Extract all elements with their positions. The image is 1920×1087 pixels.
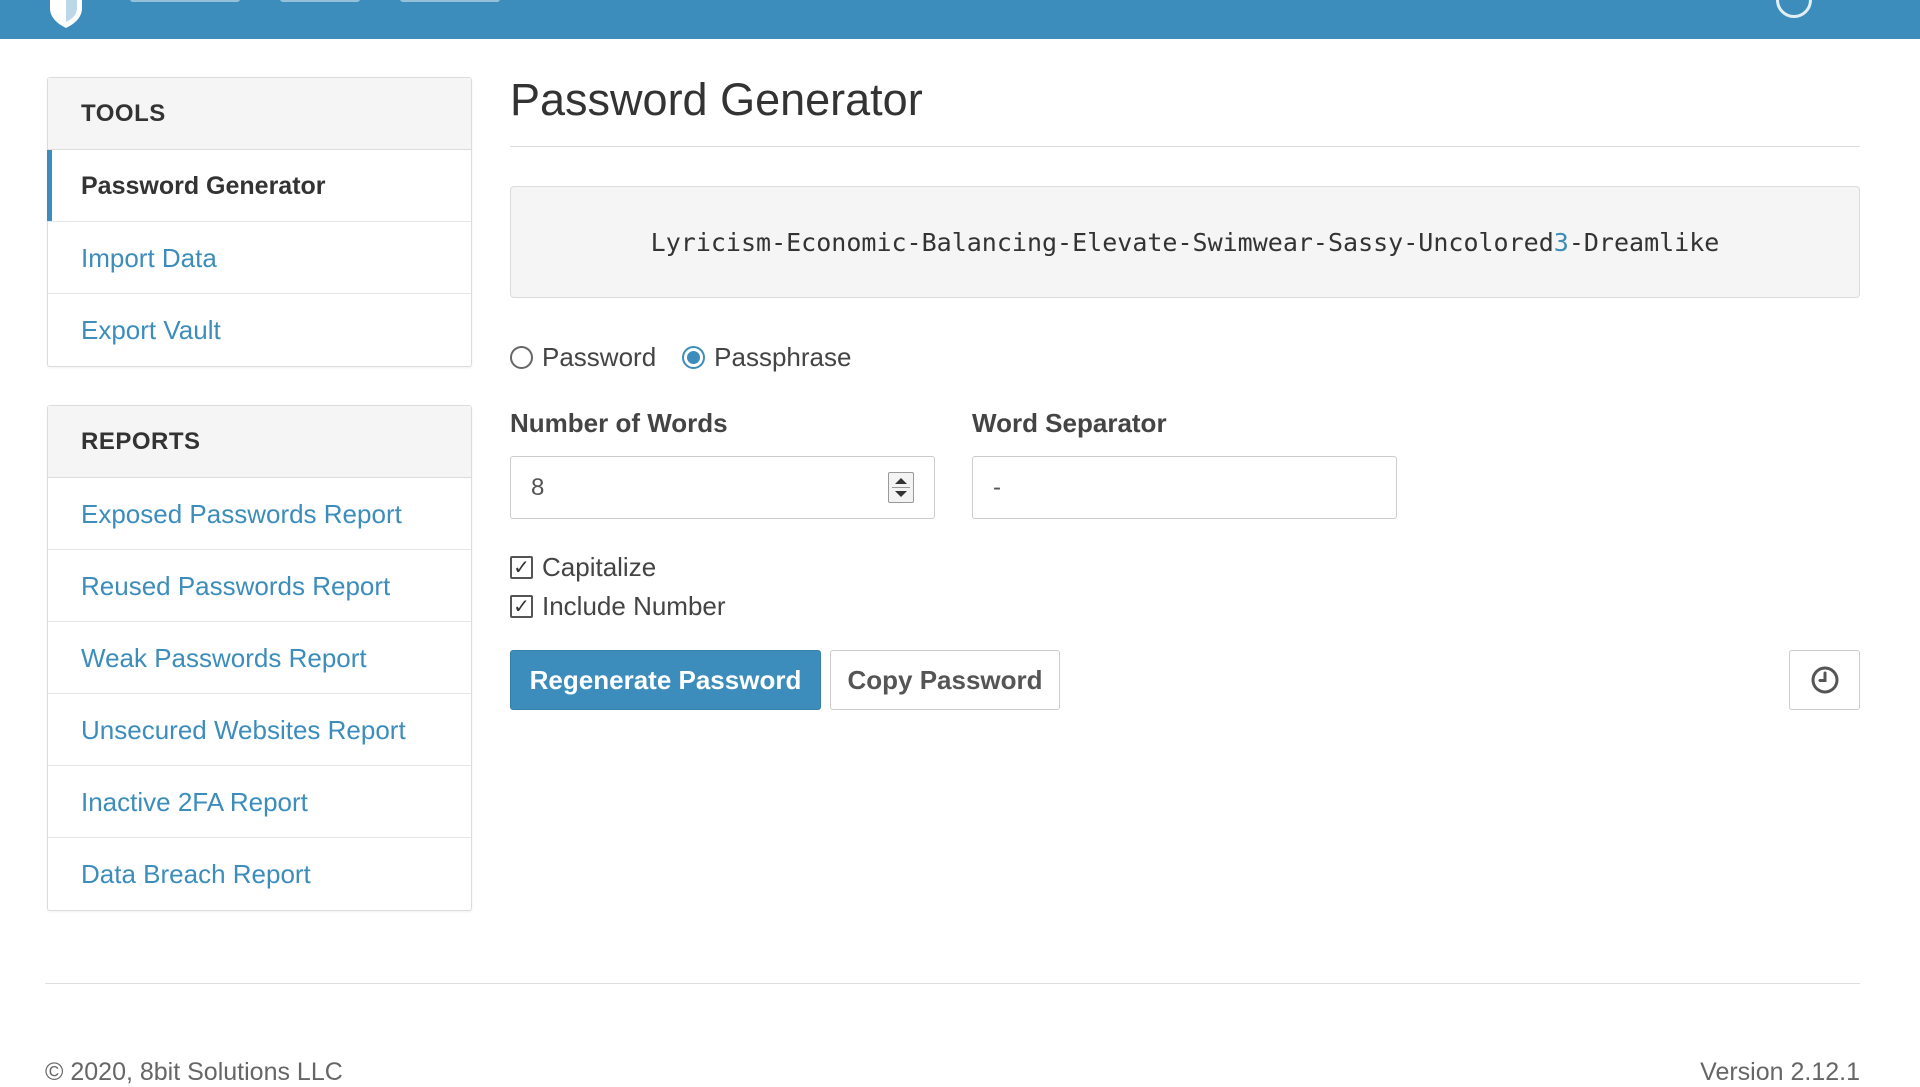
generated-password-part: -Dreamlike (1568, 227, 1720, 257)
capitalize-checkbox[interactable]: ✓ (510, 556, 533, 579)
stepper-divider (892, 487, 910, 488)
reports-heading: REPORTS (48, 406, 471, 478)
sidebar-item-data-breach[interactable]: Data Breach Report (48, 838, 471, 910)
word-separator-input[interactable]: - (972, 456, 1397, 519)
tools-heading: TOOLS (48, 78, 471, 150)
password-history-button[interactable] (1789, 650, 1860, 710)
tools-panel: TOOLS Password Generator Import Data Exp… (47, 77, 472, 367)
generator-type-options: Password Passphrase (510, 342, 877, 373)
footer-divider (45, 983, 1860, 984)
sidebar-item-weak-passwords[interactable]: Weak Passwords Report (48, 622, 471, 694)
page-title: Password Generator (510, 74, 923, 125)
num-words-input[interactable]: 8 (510, 456, 935, 519)
type-option-password[interactable]: Password (510, 342, 656, 373)
password-radio[interactable] (510, 346, 533, 369)
word-separator-value: - (993, 474, 1001, 501)
history-clock-icon (1811, 666, 1838, 694)
word-separator-label: Word Separator (972, 408, 1167, 438)
footer-version: Version 2.12.1 (1700, 1058, 1860, 1086)
sidebar-item-inactive-2fa[interactable]: Inactive 2FA Report (48, 766, 471, 838)
passphrase-radio[interactable] (682, 346, 706, 369)
sidebar-item-reused-passwords[interactable]: Reused Passwords Report (48, 550, 471, 622)
nav-link-vault[interactable] (130, 0, 240, 2)
footer-copyright: © 2020, 8bit Solutions LLC (45, 1058, 343, 1086)
num-words-value: 8 (531, 474, 545, 501)
navbar-links (130, 0, 500, 2)
sidebar-item-password-generator[interactable]: Password Generator (47, 150, 471, 222)
generated-password-number: 3 (1553, 227, 1569, 257)
passphrase-radio-label: Passphrase (714, 342, 852, 372)
shield-icon[interactable] (44, 0, 88, 30)
top-navbar (0, 0, 1920, 39)
capitalize-label: Capitalize (542, 552, 657, 582)
nav-link-tools[interactable] (400, 0, 500, 2)
stepper-up-icon[interactable] (895, 478, 907, 484)
sidebar-item-unsecured-websites[interactable]: Unsecured Websites Report (48, 694, 471, 766)
capitalize-option[interactable]: ✓ Capitalize (510, 552, 656, 583)
title-divider (510, 146, 1860, 147)
num-words-stepper[interactable] (888, 472, 914, 503)
include-number-checkbox[interactable]: ✓ (510, 595, 533, 618)
account-circle-icon[interactable] (1776, 0, 1812, 18)
include-number-option[interactable]: ✓ Include Number (510, 591, 726, 622)
stepper-down-icon[interactable] (895, 491, 907, 497)
password-radio-label: Password (542, 342, 657, 372)
generated-password-part: Lyricism-Economic-Balancing-Elevate-Swim… (650, 227, 1554, 257)
reports-panel: REPORTS Exposed Passwords Report Reused … (47, 405, 472, 911)
generated-password-display: Lyricism-Economic-Balancing-Elevate-Swim… (510, 186, 1860, 298)
type-option-passphrase[interactable]: Passphrase (682, 342, 851, 373)
regenerate-password-button[interactable]: Regenerate Password (510, 650, 821, 710)
nav-link-send[interactable] (280, 0, 360, 2)
include-number-label: Include Number (542, 591, 726, 621)
sidebar-item-export-vault[interactable]: Export Vault (48, 294, 471, 366)
sidebar-item-import-data[interactable]: Import Data (48, 222, 471, 294)
copy-password-button[interactable]: Copy Password (830, 650, 1060, 710)
sidebar-item-exposed-passwords[interactable]: Exposed Passwords Report (48, 478, 471, 550)
num-words-label: Number of Words (510, 408, 728, 438)
